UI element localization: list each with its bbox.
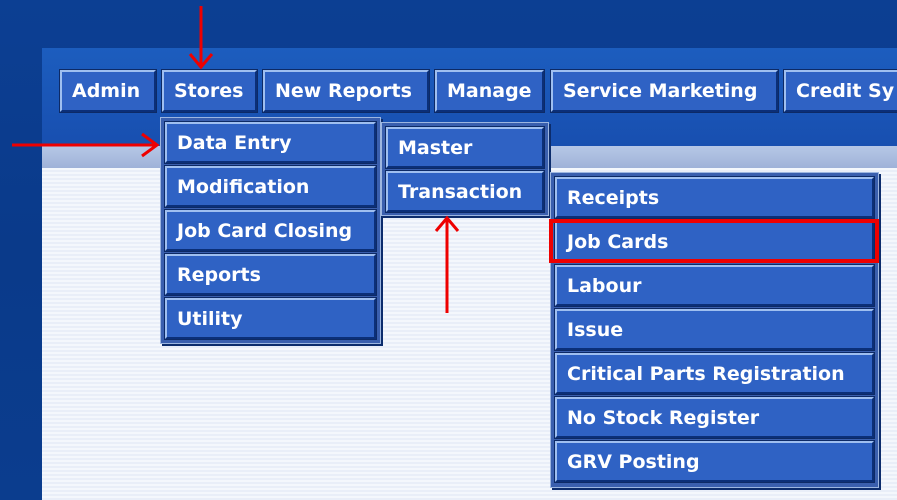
- arrow-up-to-transaction-icon: [434, 215, 460, 313]
- arrow-right-to-data-entry-icon: [12, 132, 160, 158]
- job-cards-highlight-box: [549, 219, 879, 263]
- stores-item-data-entry[interactable]: Data Entry: [164, 121, 377, 164]
- stores-item-utility[interactable]: Utility: [164, 297, 377, 340]
- arrow-down-to-stores-icon: [188, 6, 214, 70]
- stores-item-reports[interactable]: Reports: [164, 253, 377, 296]
- menu-admin[interactable]: Admin: [59, 69, 157, 113]
- data-entry-item-master[interactable]: Master: [385, 126, 545, 169]
- transaction-item-labour[interactable]: Labour: [554, 264, 875, 307]
- transaction-item-receipts[interactable]: Receipts: [554, 176, 875, 219]
- transaction-item-critical-parts-registration[interactable]: Critical Parts Registration: [554, 352, 875, 395]
- stores-item-job-card-closing[interactable]: Job Card Closing: [164, 209, 377, 252]
- menu-credit-sy[interactable]: Credit Sy: [783, 69, 897, 113]
- menu-manage[interactable]: Manage: [434, 69, 545, 113]
- transaction-item-issue[interactable]: Issue: [554, 308, 875, 351]
- stores-item-modification[interactable]: Modification: [164, 165, 377, 208]
- menu-new-reports[interactable]: New Reports: [262, 69, 430, 113]
- data-entry-item-transaction[interactable]: Transaction: [385, 170, 545, 213]
- transaction-item-no-stock-register[interactable]: No Stock Register: [554, 396, 875, 439]
- transaction-item-grv-posting[interactable]: GRV Posting: [554, 440, 875, 483]
- menu-stores[interactable]: Stores: [161, 69, 258, 113]
- menu-service-marketing[interactable]: Service Marketing: [550, 69, 779, 113]
